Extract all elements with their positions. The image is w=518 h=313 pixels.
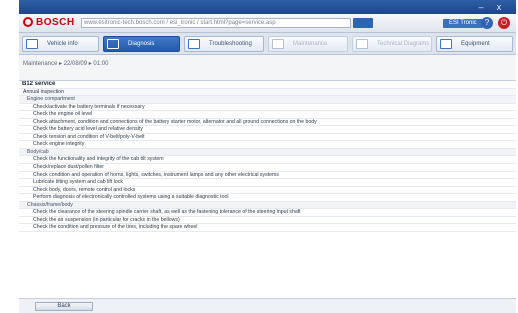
tab-maintenance[interactable]: Maintenance — [268, 36, 348, 52]
minimize-button[interactable]: – — [475, 2, 487, 12]
tab-label: Vehicle info — [47, 41, 78, 47]
service-checklist: B12 service Annual inspection Engine com… — [19, 80, 516, 299]
checklist-item[interactable]: Check/replace dust/pollen filter — [19, 164, 516, 172]
tab-diagram-icon — [356, 39, 368, 49]
help-icon[interactable]: ? — [481, 17, 493, 29]
bosch-logo-icon — [23, 17, 33, 27]
tab-label: Equipment — [461, 41, 490, 47]
tab-wrench-icon — [107, 39, 119, 49]
checklist-item[interactable]: Check tension and condition of V-belt/po… — [19, 134, 516, 142]
tab-tools-icon — [272, 39, 284, 49]
checklist-item[interactable]: Check/activate the battery terminals if … — [19, 104, 516, 112]
checklist-item[interactable]: Lubricate tilting system and cab lift lo… — [19, 179, 516, 187]
tab-troubleshooting[interactable]: Troubleshooting — [184, 36, 264, 52]
tab-equipment-icon — [440, 39, 452, 49]
checklist-item[interactable]: Check condition and operation of horns, … — [19, 172, 516, 180]
back-button[interactable]: Back — [35, 302, 93, 311]
group-header[interactable]: Engine compartment — [19, 96, 516, 104]
brand-logo-text: BOSCH — [36, 17, 75, 28]
checklist-item[interactable]: Check the engine oil level — [19, 111, 516, 119]
checklist-item[interactable]: Check the functionality and integrity of… — [19, 156, 516, 165]
breadcrumb: Maintenance ▸ 22/08/09 ▸ 01:00 — [23, 61, 109, 67]
checklist-title: B12 service — [19, 81, 516, 89]
tab-vehicle-info[interactable]: Vehicle info — [22, 36, 99, 52]
user-menu-button[interactable]: ESI Tronic — [443, 19, 483, 28]
title-bar: – x — [19, 0, 516, 14]
nav-back-icon[interactable] — [353, 18, 373, 28]
checklist-section: Annual inspection — [19, 88, 516, 97]
tab-diagnosis[interactable]: Diagnosis — [103, 36, 180, 52]
tab-label: Maintenance — [293, 41, 328, 47]
close-button[interactable]: x — [493, 2, 505, 12]
checklist-item[interactable]: Check attachment, condition and connecti… — [19, 119, 516, 127]
main-tabs: Vehicle info Diagnosis Troubleshooting M… — [19, 33, 516, 55]
tab-label: Technical Diagrams — [377, 41, 430, 47]
tab-car-icon — [188, 39, 200, 49]
checklist-item[interactable]: Check the battery acid level and relativ… — [19, 126, 516, 134]
group-header[interactable]: Chassis/frame/body — [19, 201, 516, 210]
application-window: – x BOSCH www.esitronic-tech.bosch.com /… — [19, 0, 516, 313]
group-header[interactable]: Body/cab — [19, 148, 516, 157]
power-icon[interactable]: ⏻ — [498, 17, 510, 29]
bottom-bar: Back — [19, 298, 516, 313]
checklist-item[interactable]: Check engine integrity — [19, 141, 516, 149]
tab-equipment[interactable]: Equipment — [436, 36, 513, 52]
checklist-item[interactable]: Check the air suspension (in particular … — [19, 217, 516, 225]
checklist-item[interactable]: Check the clearance of the steering spin… — [19, 209, 516, 217]
tab-label: Troubleshooting — [209, 41, 252, 47]
checklist-item[interactable]: Check the condition and pressure of the … — [19, 224, 516, 232]
checklist-item[interactable]: Perform diagnosis of electronically cont… — [19, 194, 516, 202]
tab-document-icon — [26, 39, 38, 49]
tab-label: Diagnosis — [128, 41, 155, 47]
checklist-item[interactable]: Check body, doors, remote control and lo… — [19, 187, 516, 195]
toolbar: BOSCH www.esitronic-tech.bosch.com / esi… — [19, 14, 516, 33]
tab-technical-diagrams[interactable]: Technical Diagrams — [352, 36, 432, 52]
address-field[interactable]: www.esitronic-tech.bosch.com / esi_troni… — [81, 18, 351, 28]
